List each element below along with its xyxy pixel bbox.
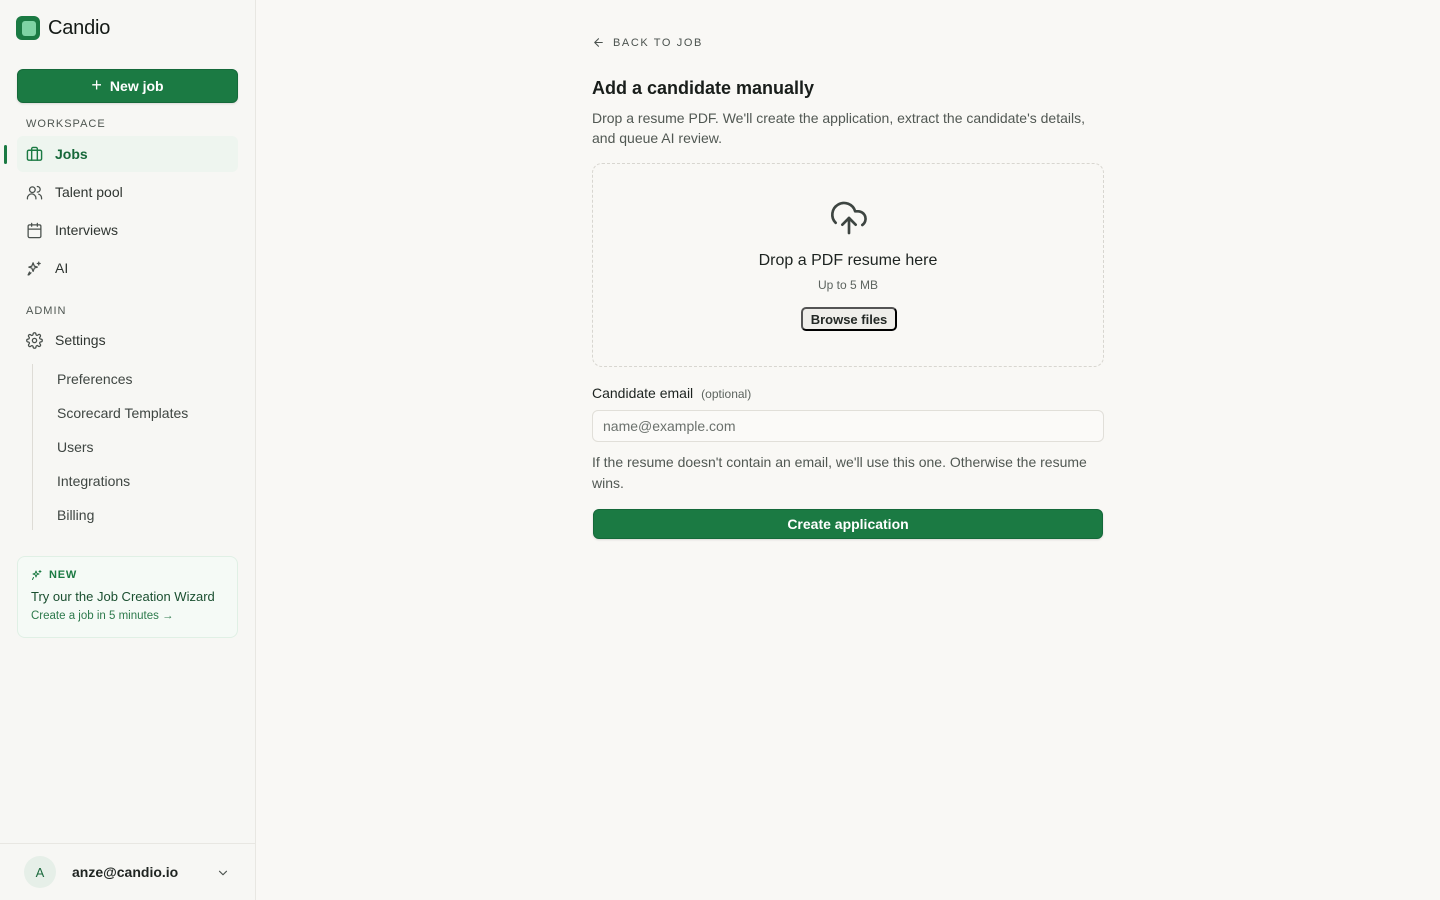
candidate-email-label-text: Candidate email xyxy=(592,385,694,401)
user-menu[interactable]: A anze@candio.io xyxy=(0,843,255,900)
user-email: anze@candio.io xyxy=(72,864,179,880)
sidebar-item-label: Settings xyxy=(55,332,106,348)
settings-subnav: Preferences Scorecard Templates Users In… xyxy=(32,364,238,530)
cloud-upload-icon xyxy=(830,201,867,235)
sidebar-item-settings[interactable]: Settings xyxy=(17,322,238,358)
page-description: Drop a resume PDF. We'll create the appl… xyxy=(592,110,1086,146)
subnav-item-integrations[interactable]: Integrations xyxy=(57,473,130,489)
sparkles-icon xyxy=(32,570,42,580)
promo-tag: NEW xyxy=(31,569,224,581)
arrow-left-icon xyxy=(594,38,603,47)
subnav-item-scorecard-templates[interactable]: Scorecard Templates xyxy=(57,405,188,421)
new-job-label: New job xyxy=(109,78,164,94)
sidebar-item-ai[interactable]: AI xyxy=(17,250,238,286)
plus-icon: + xyxy=(91,75,102,95)
promo-card[interactable]: NEW Try our the Job Creation Wizard Crea… xyxy=(17,556,238,638)
dropzone-title: Drop a PDF resume here xyxy=(758,252,938,269)
chevron-down-icon[interactable] xyxy=(216,866,230,880)
candio-logo-icon xyxy=(16,16,40,40)
candidate-email-label: Candidate email (optional) xyxy=(592,385,751,401)
brand-name: Candio xyxy=(48,16,111,39)
subnav-item-preferences[interactable]: Preferences xyxy=(57,371,132,387)
create-application-button[interactable]: Create application xyxy=(593,509,1103,539)
resume-dropzone[interactable]: Drop a PDF resume here Up to 5 MB Browse… xyxy=(592,163,1104,367)
sidebar-item-label: AI xyxy=(55,260,69,276)
sidebar-item-label: Talent pool xyxy=(55,184,123,200)
sidebar-item-jobs[interactable]: Jobs xyxy=(17,136,238,172)
gear-icon xyxy=(26,331,43,349)
subnav-item-billing[interactable]: Billing xyxy=(57,507,94,523)
promo-link[interactable]: Create a job in 5 minutes → xyxy=(31,610,224,622)
sidebar-item-label: Jobs xyxy=(55,146,88,162)
admin-section-label: ADMIN xyxy=(26,305,67,317)
avatar: A xyxy=(24,856,56,888)
subnav-item-users[interactable]: Users xyxy=(57,439,94,455)
sidebar-item-label: Interviews xyxy=(55,222,119,238)
back-to-job-label: BACK TO JOB xyxy=(613,36,703,49)
candidate-email-input[interactable] xyxy=(592,410,1104,442)
candidate-email-help: If the resume doesn't contain an email, … xyxy=(592,454,1087,491)
sidebar-item-interviews[interactable]: Interviews xyxy=(17,212,238,248)
dropzone-subtitle: Up to 5 MB xyxy=(817,278,879,292)
new-job-button[interactable]: + New job xyxy=(17,69,238,103)
optional-hint: (optional) xyxy=(701,387,752,401)
active-indicator xyxy=(4,145,7,164)
promo-tag-label: NEW xyxy=(49,569,78,581)
sidebar: Candio + New job WORKSPACE Jobs Talent p… xyxy=(0,0,256,900)
users-icon xyxy=(26,185,43,200)
brand[interactable]: Candio xyxy=(16,16,110,40)
sidebar-item-talent-pool[interactable]: Talent pool xyxy=(17,174,238,210)
calendar-icon xyxy=(27,222,42,238)
promo-title: Try our the Job Creation Wizard xyxy=(31,589,215,604)
back-to-job-link[interactable]: BACK TO JOB xyxy=(592,36,703,49)
page-title: Add a candidate manually xyxy=(592,78,815,98)
browse-files-button[interactable]: Browse files xyxy=(801,307,897,331)
briefcase-icon xyxy=(26,146,43,161)
workspace-section-label: WORKSPACE xyxy=(26,118,106,130)
sparkles-icon xyxy=(27,260,41,276)
